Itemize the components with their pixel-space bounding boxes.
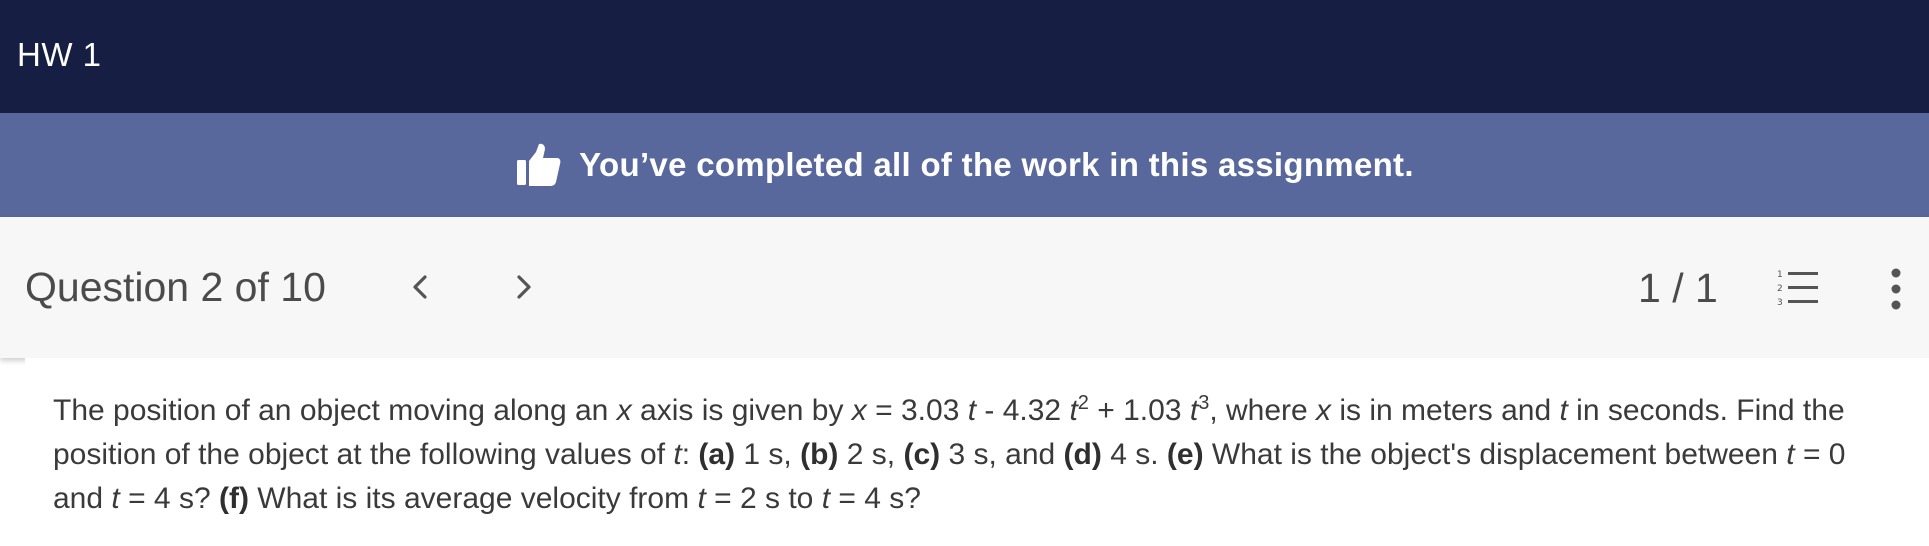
question-text: The position of an object moving along a… bbox=[53, 389, 1913, 521]
question-content: The position of an object moving along a… bbox=[25, 358, 1929, 546]
more-vertical-icon[interactable] bbox=[1882, 266, 1910, 312]
assignment-title: HW 1 bbox=[17, 36, 102, 73]
question-nav-bar: Question 2 of 10 1 / 1 1 2 3 bbox=[0, 217, 1929, 358]
completion-banner: You’ve completed all of the work in this… bbox=[0, 113, 1929, 217]
thumbs-up-icon bbox=[517, 143, 561, 186]
question-line-1: The position of an object moving along a… bbox=[53, 392, 1845, 427]
svg-text:1: 1 bbox=[1777, 270, 1783, 280]
chevron-right-icon[interactable] bbox=[506, 267, 542, 307]
svg-text:3: 3 bbox=[1777, 298, 1783, 308]
chevron-left-icon[interactable] bbox=[402, 267, 438, 307]
question-counter: Question 2 of 10 bbox=[25, 264, 326, 310]
top-header-bar: HW 1 bbox=[0, 0, 1929, 113]
question-score: 1 / 1 bbox=[1638, 265, 1718, 311]
question-line-3: and t = 4 s? (f) What is its average vel… bbox=[53, 482, 921, 515]
question-line-2: position of the object at the following … bbox=[53, 438, 1846, 471]
numbered-list-icon[interactable]: 1 2 3 bbox=[1776, 266, 1820, 310]
svg-text:2: 2 bbox=[1777, 284, 1783, 294]
completion-message: You’ve completed all of the work in this… bbox=[579, 146, 1414, 183]
